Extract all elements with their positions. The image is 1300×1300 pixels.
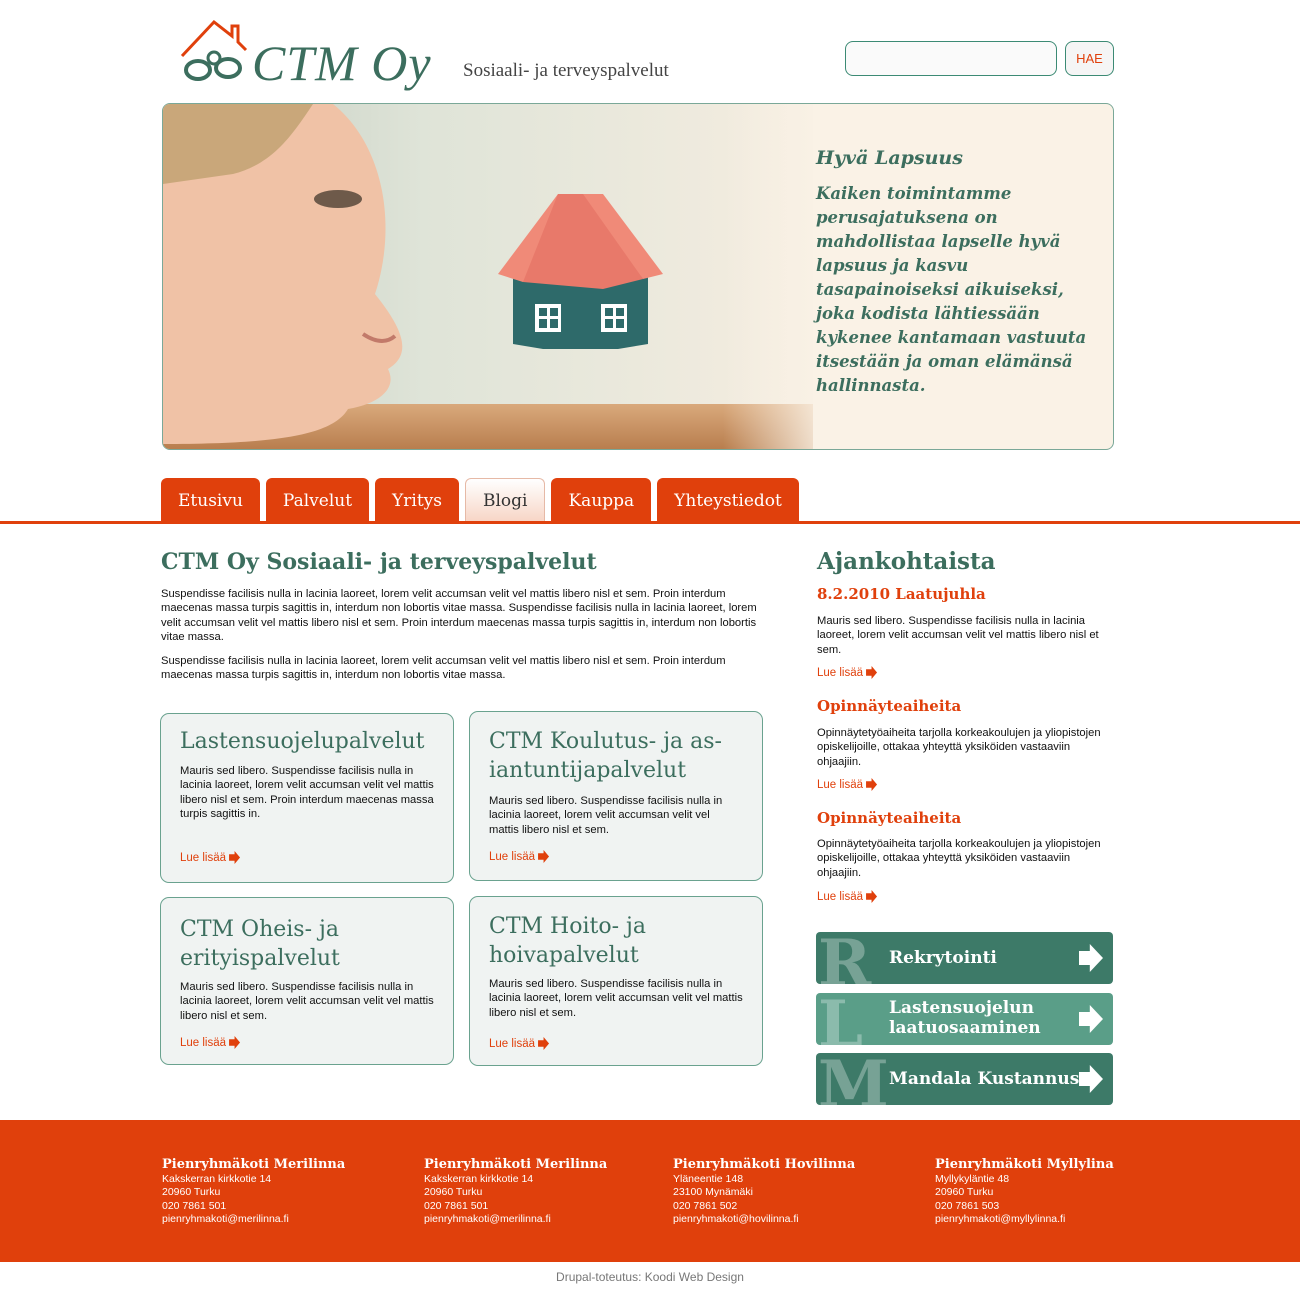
button-letter: L — [818, 993, 863, 1045]
footer-credit[interactable]: Drupal-toteutus: Koodi Web Design — [0, 1270, 1300, 1284]
footer-address: Kakskerran kirkkotie 14 — [162, 1173, 272, 1185]
footer-email[interactable]: pienryhmakoti@merilinna.fi — [162, 1213, 345, 1226]
footer-email[interactable]: pienryhmakoti@myllylinna.fi — [935, 1213, 1114, 1226]
rekrytointi-button[interactable]: R Rekrytointi — [816, 932, 1113, 984]
arrow-right-icon — [866, 890, 878, 903]
news-item-text: Mauris sed libero. Suspendisse facilisis… — [817, 615, 1099, 656]
footer-city: 20960 Turku — [935, 1186, 994, 1199]
footer-address: Kakskerran kirkkotie 14 — [424, 1173, 534, 1185]
read-more-label[interactable]: Lue lisää — [489, 851, 535, 863]
arrow-right-icon — [1079, 1065, 1103, 1093]
service-box-oheis[interactable]: CTM Oheis- ja erityispalvelut Mauris sed… — [160, 897, 454, 1065]
site-tagline: Sosiaali- ja terveyspalvelut — [463, 60, 669, 81]
read-more-link[interactable]: Lue lisää — [489, 850, 550, 863]
main-navigation: Etusivu Palvelut Yritys Blogi Kauppa Yht… — [161, 478, 805, 523]
arrow-right-icon — [866, 666, 878, 679]
search-input[interactable] — [845, 41, 1057, 76]
footer-contact-name: Pienryhmäkoti Merilinna — [424, 1157, 608, 1172]
arrow-right-icon — [866, 778, 878, 791]
news-item-title[interactable]: Opinnäyteaiheita — [817, 697, 961, 715]
read-more-label[interactable]: Lue lisää — [180, 1037, 226, 1049]
intro-paragraph: Suspendisse facilisis nulla in lacinia l… — [161, 655, 726, 682]
service-box-text: Mauris sed libero. Suspendisse facilisis… — [489, 795, 723, 836]
service-box-title[interactable]: CTM Oheis- ja erityispalvelut — [180, 915, 380, 973]
arrow-right-icon — [229, 851, 241, 864]
read-more-link[interactable]: Lue lisää — [817, 666, 878, 679]
arrow-right-icon — [538, 850, 550, 863]
nav-tab-yritys[interactable]: Yritys — [375, 478, 459, 523]
read-more-link[interactable]: Lue lisää — [180, 851, 241, 864]
read-more-label[interactable]: Lue lisää — [817, 667, 863, 679]
page-title: CTM Oy Sosiaali- ja terveyspalvelut — [161, 549, 597, 575]
read-more-label[interactable]: Lue lisää — [489, 1038, 535, 1050]
footer-phone: 020 7861 501 — [162, 1199, 227, 1212]
service-box-title[interactable]: Lastensuojelupalvelut — [180, 727, 440, 756]
nav-tab-palvelut[interactable]: Palvelut — [265, 478, 370, 523]
footer-phone: 020 7861 503 — [935, 1199, 1000, 1212]
search-button[interactable]: HAE — [1065, 41, 1114, 76]
service-box-text: Mauris sed libero. Suspendisse facilisis… — [180, 765, 434, 820]
read-more-link[interactable]: Lue lisää — [180, 1036, 241, 1049]
footer-email[interactable]: pienryhmakoti@merilinna.fi — [424, 1213, 607, 1226]
service-box-text: Mauris sed libero. Suspendisse facilisis… — [180, 981, 434, 1022]
intro-paragraph: Suspendisse facilisis nulla in lacinia l… — [161, 588, 757, 643]
service-box-title[interactable]: CTM Koulutus- ja as-iantuntijapalvelut — [489, 727, 729, 785]
button-label: Rekrytointi — [889, 948, 997, 968]
nav-tab-blogi[interactable]: Blogi — [465, 478, 546, 523]
footer-contact: Pienryhmäkoti Myllylina Myllykyläntie 48… — [935, 1157, 1114, 1226]
footer-address: Myllykyläntie 48 — [935, 1173, 1010, 1185]
arrow-right-icon — [1079, 1005, 1103, 1033]
nav-divider — [0, 521, 1300, 524]
hero-heading: Hyvä Lapsuus — [816, 147, 963, 169]
mandala-kustannus-button[interactable]: M Mandala Kustannus — [816, 1053, 1113, 1105]
footer-contact-name: Pienryhmäkoti Myllylina — [935, 1157, 1114, 1172]
service-box-hoito[interactable]: CTM Hoito- ja hoivapalvelut Mauris sed l… — [469, 896, 763, 1066]
laatuosaaminen-button[interactable]: L Lastensuojelun laatuosaaminen — [816, 993, 1113, 1045]
read-more-link[interactable]: Lue lisää — [817, 890, 878, 903]
service-box-text: Mauris sed libero. Suspendisse facilisis… — [489, 978, 743, 1019]
footer-email[interactable]: pienryhmakoti@hovilinna.fi — [673, 1213, 855, 1226]
arrow-right-icon — [1079, 944, 1103, 972]
read-more-label[interactable]: Lue lisää — [817, 779, 863, 791]
footer-contact: Pienryhmäkoti Merilinna Kakskerran kirkk… — [424, 1157, 607, 1226]
arrow-right-icon — [229, 1036, 241, 1049]
news-item-title[interactable]: 8.2.2010 Laatujuhla — [817, 585, 986, 603]
nav-tab-yhteystiedot[interactable]: Yhteystiedot — [657, 478, 799, 523]
button-letter: M — [818, 1053, 889, 1105]
news-item-title[interactable]: Opinnäyteaiheita — [817, 809, 961, 827]
nav-tab-etusivu[interactable]: Etusivu — [161, 478, 260, 523]
footer-phone: 020 7861 502 — [673, 1199, 738, 1212]
news-heading: Ajankohtaista — [817, 548, 996, 575]
hero-image — [163, 104, 813, 449]
footer-city: 23100 Mynämäki — [673, 1186, 753, 1199]
footer-city: 20960 Turku — [424, 1186, 483, 1199]
footer-contact-name: Pienryhmäkoti Merilinna — [162, 1157, 346, 1172]
footer-contact: Pienryhmäkoti Merilinna Kakskerran kirkk… — [162, 1157, 345, 1226]
arrow-right-icon — [538, 1037, 550, 1050]
service-box-koulutus[interactable]: CTM Koulutus- ja as-iantuntijapalvelut M… — [469, 711, 763, 881]
service-box-lastensuojelu[interactable]: Lastensuojelupalvelut Mauris sed libero.… — [160, 713, 454, 883]
footer-contact: Pienryhmäkoti Hovilinna Yläneentie 148 2… — [673, 1157, 855, 1226]
read-more-label[interactable]: Lue lisää — [817, 891, 863, 903]
news-item-text: Opinnäytetyöaiheita tarjolla korkeakoulu… — [817, 727, 1101, 768]
button-label: Lastensuojelun laatuosaaminen — [889, 998, 1041, 1038]
service-box-title[interactable]: CTM Hoito- ja hoivapalvelut — [489, 912, 679, 970]
footer-city: 20960 Turku — [162, 1186, 221, 1199]
read-more-link[interactable]: Lue lisää — [489, 1037, 550, 1050]
footer: Pienryhmäkoti Merilinna Kakskerran kirkk… — [0, 1120, 1300, 1262]
footer-address: Yläneentie 148 — [673, 1173, 744, 1185]
read-more-link[interactable]: Lue lisää — [817, 778, 878, 791]
button-label: Mandala Kustannus — [889, 1069, 1080, 1089]
logo-text[interactable]: CTM Oy — [252, 34, 432, 92]
nav-tab-kauppa[interactable]: Kauppa — [551, 478, 652, 523]
read-more-label[interactable]: Lue lisää — [180, 852, 226, 864]
button-letter: R — [818, 932, 872, 984]
hero-text: Kaiken toimintamme perusajatuksena on ma… — [816, 184, 1087, 395]
news-item-text: Opinnäytetyöaiheita tarjolla korkeakoulu… — [817, 838, 1101, 879]
footer-phone: 020 7861 501 — [424, 1199, 489, 1212]
footer-contact-name: Pienryhmäkoti Hovilinna — [673, 1157, 856, 1172]
